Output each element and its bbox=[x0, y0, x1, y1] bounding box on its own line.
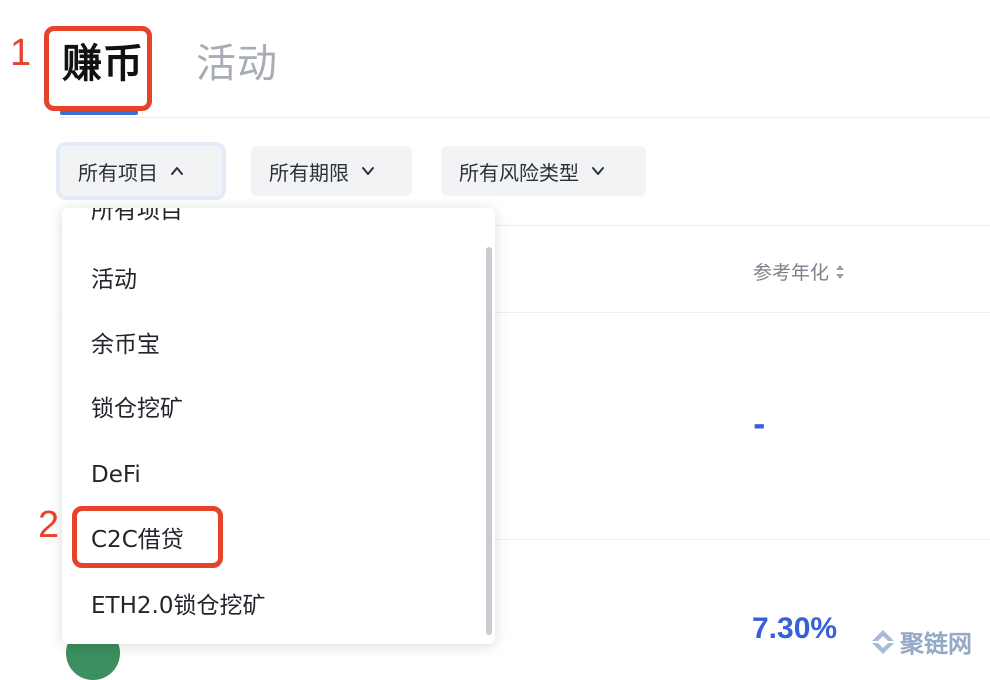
column-header-reference-apy[interactable]: 参考年化 bbox=[753, 258, 845, 285]
table-row-rate: - bbox=[753, 408, 766, 443]
tab-activity[interactable]: 活动 bbox=[196, 38, 278, 90]
chevron-up-icon bbox=[171, 167, 183, 175]
dropdown-item-yubibao[interactable]: 余币宝 bbox=[91, 330, 160, 360]
watermark-text: 聚链网 bbox=[900, 629, 972, 658]
dropdown-item-defi[interactable]: DeFi bbox=[91, 460, 141, 490]
filter-label: 所有期限 bbox=[269, 160, 349, 185]
sort-icon bbox=[836, 264, 845, 279]
column-header-label: 参考年化 bbox=[753, 262, 830, 284]
chevron-down-icon bbox=[592, 167, 604, 175]
filter-all-risk-types[interactable]: 所有风险类型 bbox=[441, 146, 646, 196]
watermark-logo-icon bbox=[871, 629, 895, 654]
table-row-rate: 7.30% bbox=[752, 612, 838, 645]
dropdown-scrollbar[interactable] bbox=[486, 247, 492, 635]
annotation-number-1: 1 bbox=[10, 32, 32, 74]
tab-divider bbox=[60, 117, 990, 118]
annotation-box-1 bbox=[44, 26, 152, 111]
dropdown-item-all-projects[interactable]: 所有项目 bbox=[91, 208, 183, 226]
filter-all-projects[interactable]: 所有项目 bbox=[60, 146, 222, 196]
filter-all-periods[interactable]: 所有期限 bbox=[251, 146, 412, 196]
annotation-number-2: 2 bbox=[38, 504, 60, 546]
annotation-box-2 bbox=[72, 506, 223, 568]
dropdown-item-eth2-staking[interactable]: ETH2.0锁仓挖矿 bbox=[91, 591, 265, 621]
dropdown-item-staking-mining[interactable]: 锁仓挖矿 bbox=[91, 394, 183, 424]
chevron-down-icon bbox=[362, 167, 374, 175]
watermark: 聚链网 bbox=[870, 624, 972, 659]
filter-label: 所有风险类型 bbox=[459, 160, 579, 185]
projects-dropdown-menu: 所有项目 活动 余币宝 锁仓挖矿 DeFi C2C借贷 ETH2.0锁仓挖矿 bbox=[62, 208, 495, 644]
dropdown-item-activity[interactable]: 活动 bbox=[91, 265, 137, 295]
filter-label: 所有项目 bbox=[78, 160, 158, 185]
